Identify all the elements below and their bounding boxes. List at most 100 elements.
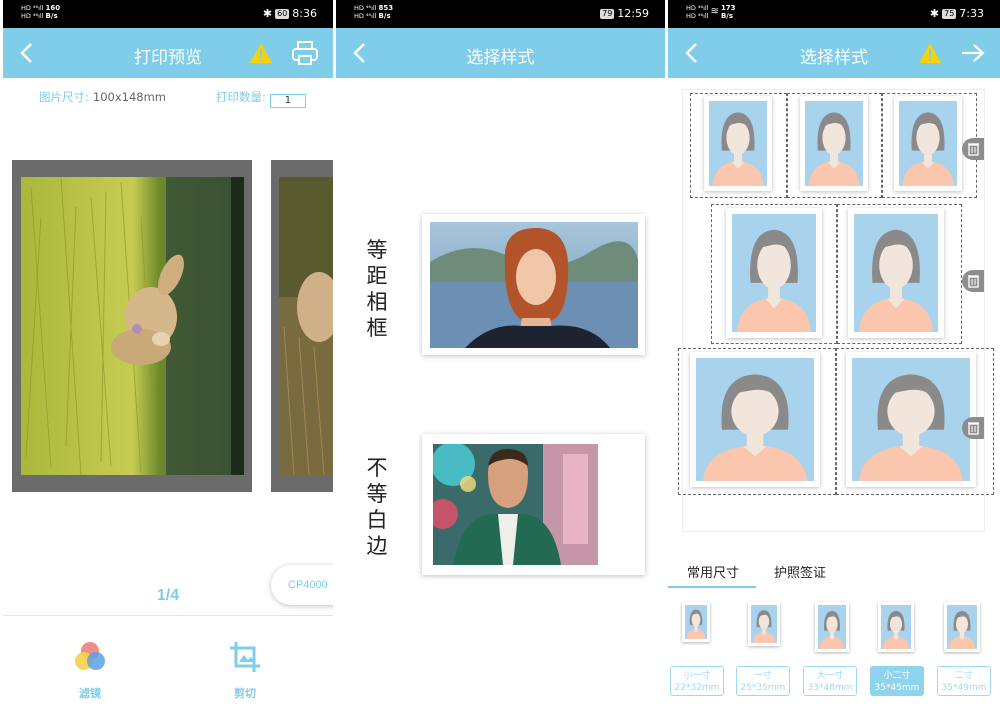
crop-label: 剪切: [234, 688, 256, 700]
printer-model-button[interactable]: CP4000: [271, 565, 333, 605]
id-photo[interactable]: [726, 208, 822, 338]
crop-icon: [230, 642, 260, 672]
id-photo-layout[interactable]: [678, 89, 994, 532]
status-right: ✱ 60 8:36: [263, 7, 317, 20]
print-qty: 打印数量: 1: [216, 89, 306, 108]
clock: 8:36: [292, 7, 317, 20]
id-photo[interactable]: [704, 96, 772, 191]
style-label-char: 距: [366, 264, 388, 288]
size-dimensions: 22*32mm: [674, 683, 720, 693]
style-label-equal-frame[interactable]: 等 距 相 框: [365, 237, 389, 341]
id-photo-placeholder-icon: [852, 358, 970, 481]
select-style-screen: HD HD⁴⁶ıll ⁴⁶ıll853 B/s 79 12:59 选择样式 等 距 相 …: [336, 0, 665, 719]
print-qty-input[interactable]: 1: [269, 94, 306, 108]
battery-icon: 75: [942, 9, 957, 19]
filter-button[interactable]: 滤镜: [60, 640, 120, 701]
size-name: 二寸: [954, 671, 973, 681]
delete-row-icon[interactable]: [962, 138, 984, 160]
size-name: 大一寸: [816, 671, 844, 681]
tab-passport-visa[interactable]: 护照签证: [774, 562, 826, 581]
status-bar: HD HD⁴⁶ıll ⁴⁶ıll160 B/s ✱ 60 8:36: [3, 0, 333, 28]
size-thumbnail[interactable]: [944, 602, 980, 652]
size-thumbnail[interactable]: [748, 602, 780, 646]
app-header: 选择样式: [668, 28, 1000, 78]
id-photo[interactable]: [848, 208, 944, 338]
style-label-char: 等: [366, 482, 388, 506]
id-photo-placeholder-icon: [732, 214, 816, 332]
filter-label: 滤镜: [79, 688, 101, 700]
id-photo-placeholder-icon: [947, 605, 977, 649]
page-title: 选择样式: [466, 48, 535, 68]
app-header: 打印预览: [3, 28, 333, 78]
status-right: ✱ 75 7:33: [930, 7, 984, 20]
size-option-button[interactable]: 二寸 35*49mm: [937, 666, 991, 696]
size-thumbnail[interactable]: [878, 602, 914, 652]
status-signal: HD HD⁴⁶ıll ⁴⁶ıll853 B/s: [354, 4, 394, 20]
bluetooth-icon: ✱: [929, 7, 940, 20]
id-photo[interactable]: [846, 352, 976, 487]
id-photo-placeholder-icon: [709, 101, 767, 186]
status-signal: HD HD⁴⁶ıll ⁴⁶ıll160 B/s: [21, 4, 61, 20]
preview-photo[interactable]: [21, 177, 244, 475]
status-bar: HD HD⁴⁶ıll ⁴⁶ıll853 B/s 79 12:59: [336, 0, 665, 28]
id-photo[interactable]: [800, 96, 868, 191]
equal-frame-style-card[interactable]: [422, 214, 645, 355]
style-label-char: 不: [366, 456, 388, 480]
net-speed-unit: B/s: [45, 12, 58, 20]
size-option-button[interactable]: 小二寸 35*45mm: [870, 666, 924, 696]
print-qty-label: 打印数量:: [216, 90, 266, 104]
battery-icon: 60: [275, 9, 290, 19]
size-option-button[interactable]: 小一寸 22*32mm: [670, 666, 724, 696]
active-tab-underline: [668, 586, 756, 588]
size-option-button[interactable]: 大一寸 33*48mm: [803, 666, 857, 696]
size-dimensions: 35*45mm: [874, 683, 920, 693]
next-dog-photo-image: [279, 177, 333, 475]
style-label-char: 白: [366, 508, 388, 532]
warning-icon[interactable]: [918, 42, 942, 64]
status-bar: HD HD⁴⁶ıll ⁴⁶ıll ≋ 173 B/s ✱ 75 7:33: [668, 0, 1000, 28]
id-photo-placeholder-icon: [854, 214, 938, 332]
arrow-right-icon[interactable]: [960, 41, 986, 65]
warning-icon[interactable]: [249, 42, 273, 64]
bluetooth-icon: ✱: [262, 7, 273, 20]
size-name: 一寸: [753, 671, 772, 681]
id-photo-placeholder-icon: [805, 101, 863, 186]
clock: 12:59: [617, 7, 649, 20]
size-name: 小一寸: [683, 671, 711, 681]
tab-common-sizes[interactable]: 常用尺寸: [687, 562, 739, 581]
delete-row-icon[interactable]: [962, 270, 984, 292]
size-option-button[interactable]: 一寸 25*35mm: [736, 666, 790, 696]
id-photo-placeholder-icon: [881, 605, 911, 649]
dog-photo-image: [21, 177, 244, 475]
next-preview-photo[interactable]: [279, 177, 333, 475]
clock: 7:33: [959, 7, 984, 20]
net-speed: 853: [378, 4, 394, 12]
screens-container: HD HD⁴⁶ıll ⁴⁶ıll160 B/s ✱ 60 8:36 打印预览 图片尺寸: 1…: [0, 0, 1000, 719]
size-thumbnail[interactable]: [815, 602, 849, 652]
id-photo-placeholder-icon: [818, 605, 846, 649]
printer-icon[interactable]: [291, 40, 319, 66]
style-label-char: 等: [366, 238, 388, 262]
id-photo-style-screen: HD HD⁴⁶ıll ⁴⁶ıll ≋ 173 B/s ✱ 75 7:33 选择样式 常用尺寸 …: [668, 0, 1000, 719]
net-speed: 173: [720, 4, 736, 12]
photo-size-label: 图片尺寸:: [39, 90, 89, 104]
crop-button[interactable]: 剪切: [215, 640, 275, 701]
man-photo-image: [433, 444, 598, 565]
page-title: 选择样式: [800, 48, 868, 68]
status-signal: HD HD⁴⁶ıll ⁴⁶ıll ≋ 173 B/s: [686, 4, 736, 20]
page-title: 打印预览: [134, 48, 202, 68]
print-preview-screen: HD HD⁴⁶ıll ⁴⁶ıll160 B/s ✱ 60 8:36 打印预览 图片尺寸: 1…: [3, 0, 333, 719]
photo-size-value: 100x148mm: [92, 90, 166, 104]
photo-size-info: 图片尺寸: 100x148mm: [39, 89, 166, 105]
id-photo-placeholder-icon: [751, 605, 777, 643]
id-photo[interactable]: [690, 352, 820, 487]
delete-row-icon[interactable]: [962, 417, 984, 439]
app-header: 选择样式: [336, 28, 665, 78]
id-photo-placeholder-icon: [696, 358, 814, 481]
unequal-border-style-card[interactable]: [422, 434, 645, 575]
filter-icon: [75, 642, 105, 670]
status-right: 79 12:59: [597, 7, 649, 20]
size-thumbnail[interactable]: [682, 602, 710, 642]
id-photo[interactable]: [894, 96, 962, 191]
style-label-unequal-border[interactable]: 不 等 白 边: [365, 455, 389, 559]
